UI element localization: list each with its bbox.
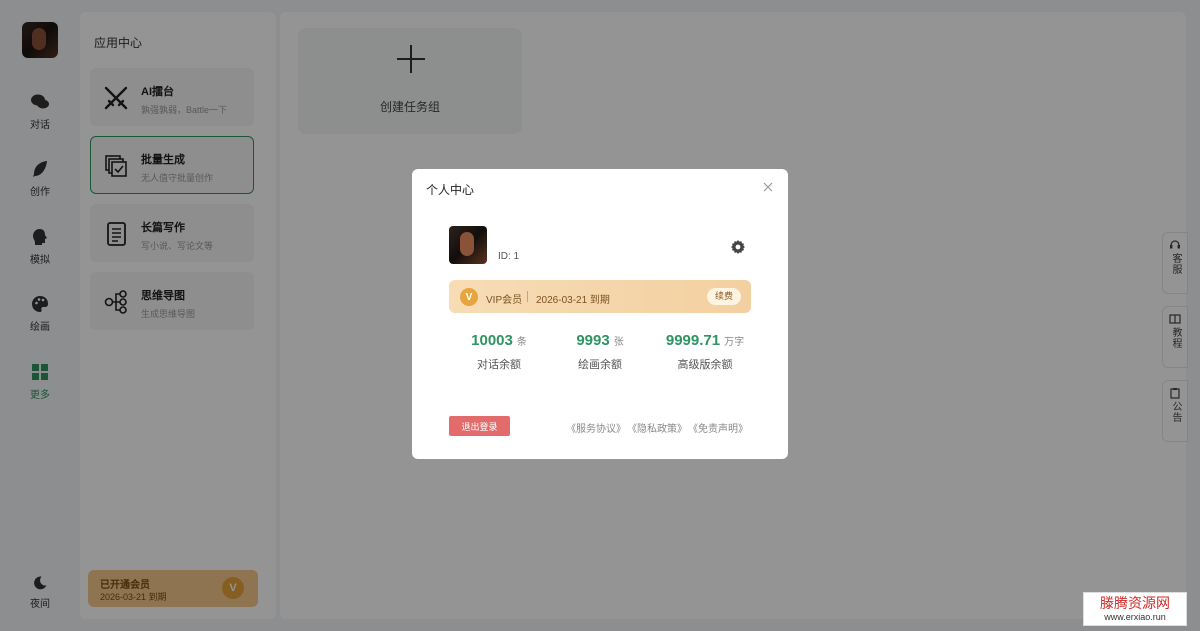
stat-value: 9993 xyxy=(576,332,610,349)
gear-icon[interactable] xyxy=(730,239,746,255)
profile-avatar[interactable] xyxy=(449,226,487,264)
privacy-policy-link[interactable]: 《隐私政策》 xyxy=(632,424,687,435)
close-icon[interactable] xyxy=(762,181,774,193)
vip-badge-icon: V xyxy=(460,288,478,306)
logout-button[interactable]: 退出登录 xyxy=(449,416,510,436)
stat-chat-balance: 10003 条 对话余额 xyxy=(449,332,549,372)
user-id: ID: 1 xyxy=(498,251,520,262)
stat-paint-balance: 9993 张 绘画余额 xyxy=(550,332,650,372)
service-agreement-link[interactable]: 《服务协议》 xyxy=(566,424,626,435)
watermark-url: www.erxiao.run xyxy=(1104,612,1166,622)
stat-label: 高级版余额 xyxy=(677,359,733,371)
site-watermark: 滕腾资源网 www.erxiao.run xyxy=(1083,592,1187,626)
disclaimer-link[interactable]: 《免责声明》 xyxy=(693,424,748,435)
watermark-title: 滕腾资源网 xyxy=(1100,595,1170,611)
stat-advanced-balance: 9999.71 万字 高级版余额 xyxy=(650,332,760,372)
policy-links: 《服务协议》 《隐私政策》 《免责声明》 xyxy=(560,420,748,435)
stat-value: 9999.71 xyxy=(665,332,721,349)
vip-label: VIP会员 xyxy=(486,295,523,306)
stat-value: 10003 xyxy=(471,332,513,349)
stat-unit: 万字 xyxy=(724,337,745,348)
vip-divider xyxy=(527,291,528,302)
stat-unit: 条 xyxy=(516,337,527,348)
vip-status-bar: V VIP会员 2026-03-21 到期 续费 xyxy=(449,280,751,313)
renew-button[interactable]: 续费 xyxy=(706,288,741,305)
modal-title: 个人中心 xyxy=(426,183,475,197)
vip-expiry: 2026-03-21 到期 xyxy=(536,295,610,306)
stat-label: 对话余额 xyxy=(477,359,521,371)
personal-center-modal: 个人中心 ID: 1 V VIP会员 2026-03-21 到期 续费 1000… xyxy=(412,169,788,459)
stat-unit: 张 xyxy=(613,337,624,348)
stat-label: 绘画余额 xyxy=(578,359,622,371)
